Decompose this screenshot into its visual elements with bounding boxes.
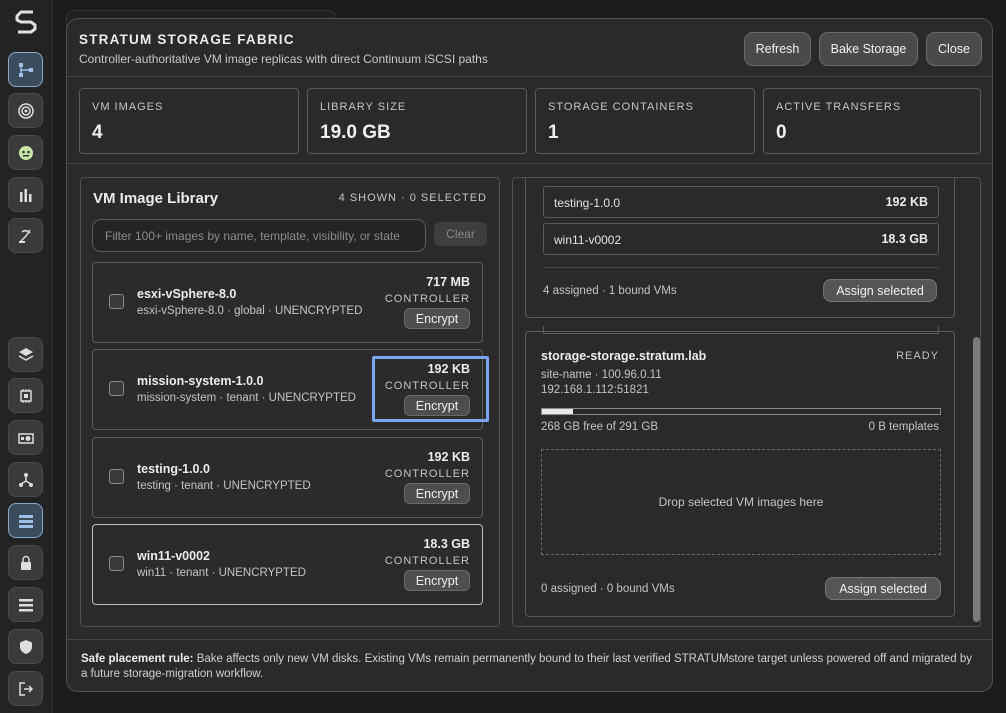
image-location: CONTROLLER [384, 293, 470, 305]
list-item[interactable]: esxi-vSphere-8.0 esxi-vSphere-8.0 · glob… [92, 262, 483, 343]
storage-targets-panel: testing-1.0.0 192 KB win11-v0002 18.3 GB… [512, 177, 981, 627]
placement-rule-note: Safe placement rule: Bake affects only n… [81, 652, 981, 682]
target-summary: 0 assigned · 0 bound VMs [541, 583, 675, 595]
image-filter-input[interactable] [92, 219, 426, 252]
select-checkbox[interactable] [109, 556, 124, 571]
image-meta: win11 · tenant · UNENCRYPTED [137, 567, 306, 579]
assigned-image-row: win11-v0002 18.3 GB [543, 223, 939, 255]
focus-highlight [372, 356, 489, 422]
topology-icon[interactable] [8, 52, 43, 87]
stat-label: STORAGE CONTAINERS [548, 101, 694, 113]
capacity-bar-fill [542, 409, 574, 414]
target-site: site-name · 100.96.0.11 [541, 369, 662, 381]
refresh-button[interactable]: Refresh [744, 32, 811, 66]
library-count: 4 SHOWN · 0 SELECTED [338, 192, 487, 204]
select-checkbox[interactable] [109, 381, 124, 396]
image-size: 18.3 GB [423, 537, 470, 551]
image-name: win11-v0002 [137, 549, 210, 563]
layers-icon[interactable] [8, 337, 43, 372]
logout-icon[interactable] [8, 671, 43, 706]
image-location: CONTROLLER [384, 555, 470, 567]
image-size: 717 MB [426, 275, 470, 289]
image-meta: mission-system · tenant · UNENCRYPTED [137, 392, 356, 404]
shield-icon[interactable] [8, 629, 43, 664]
assigned-image-name: testing-1.0.0 [554, 196, 621, 210]
chip-icon[interactable] [8, 378, 43, 413]
stat-storage-containers: STORAGE CONTAINERS 1 [535, 88, 755, 154]
stat-label: ACTIVE TRANSFERS [776, 101, 902, 113]
footer-divider [67, 639, 992, 640]
stat-label: LIBRARY SIZE [320, 101, 407, 113]
scrollbar[interactable] [970, 177, 981, 627]
select-checkbox[interactable] [109, 469, 124, 484]
scrollbar-thumb[interactable] [973, 337, 980, 622]
image-name: esxi-vSphere-8.0 [137, 287, 237, 301]
stat-value: 19.0 GB [320, 122, 391, 143]
encrypt-button[interactable]: Encrypt [404, 570, 470, 591]
templates-size: 0 B templates [868, 421, 939, 433]
gpu-icon[interactable] [8, 420, 43, 455]
divider [543, 267, 939, 268]
list-item[interactable]: testing-1.0.0 testing · tenant · UNENCRY… [92, 437, 483, 518]
nav-rail [0, 0, 53, 713]
library-title: VM Image Library [93, 190, 219, 207]
image-meta: testing · tenant · UNENCRYPTED [137, 480, 311, 492]
target-icon[interactable] [8, 93, 43, 128]
assign-selected-button[interactable]: Assign selected [823, 279, 937, 302]
rule-label: Safe placement rule: [81, 653, 194, 665]
bake-storage-button[interactable]: Bake Storage [819, 32, 918, 66]
rule-text: Bake affects only new VM disks. Existing… [81, 653, 973, 680]
list-item[interactable]: win11-v0002 win11 · tenant · UNENCRYPTED… [92, 524, 483, 605]
stat-label: VM IMAGES [92, 101, 164, 113]
status-badge: READY [896, 350, 939, 362]
assigned-image-name: win11-v0002 [554, 233, 622, 247]
stats-divider [67, 163, 992, 164]
assign-selected-button[interactable]: Assign selected [825, 577, 941, 600]
select-checkbox[interactable] [109, 294, 124, 309]
target-address: 192.168.1.112:51821 [541, 384, 649, 396]
storage-icon[interactable] [8, 503, 43, 538]
assigned-image-size: 18.3 GB [881, 232, 928, 246]
encrypt-button[interactable]: Encrypt [404, 308, 470, 329]
stat-vm-images: VM IMAGES 4 [79, 88, 299, 154]
image-name: mission-system-1.0.0 [137, 374, 264, 388]
image-location: CONTROLLER [384, 468, 470, 480]
clear-button[interactable]: Clear [434, 222, 487, 246]
target-summary: 4 assigned · 1 bound VMs [543, 285, 677, 297]
storage-fabric-modal: STRATUM STORAGE FABRIC Controller-author… [66, 18, 993, 692]
close-button[interactable]: Close [926, 32, 982, 66]
storage-target-card: testing-1.0.0 192 KB win11-v0002 18.3 GB… [525, 178, 955, 318]
stat-value: 1 [548, 122, 559, 143]
stratum-logo-icon [15, 10, 37, 34]
modal-subtitle: Controller-authoritative VM image replic… [79, 52, 488, 66]
stat-library-size: LIBRARY SIZE 19.0 GB [307, 88, 527, 154]
collapsed-row [543, 326, 939, 334]
robot-icon[interactable] [8, 135, 43, 170]
capacity-free: 268 GB free of 291 GB [541, 421, 658, 433]
list-icon[interactable] [8, 587, 43, 622]
stat-value: 0 [776, 122, 787, 143]
image-name: testing-1.0.0 [137, 462, 210, 476]
chart-icon[interactable] [8, 177, 43, 212]
header-divider [67, 76, 992, 77]
target-name: storage-storage.stratum.lab [541, 349, 707, 363]
assigned-image-size: 192 KB [885, 195, 928, 209]
network-icon[interactable] [8, 462, 43, 497]
storage-target-card: storage-storage.stratum.lab READY site-n… [525, 326, 955, 617]
lock-icon[interactable] [8, 545, 43, 580]
drop-zone[interactable]: Drop selected VM images here [541, 449, 941, 555]
assigned-image-row: testing-1.0.0 192 KB [543, 186, 939, 218]
stat-active-transfers: ACTIVE TRANSFERS 0 [763, 88, 981, 154]
image-size: 192 KB [427, 450, 470, 464]
capacity-bar [541, 408, 941, 415]
stat-value: 4 [92, 122, 103, 143]
modal-title: STRATUM STORAGE FABRIC [79, 32, 295, 47]
antenna-icon[interactable] [8, 218, 43, 253]
encrypt-button[interactable]: Encrypt [404, 483, 470, 504]
image-meta: esxi-vSphere-8.0 · global · UNENCRYPTED [137, 305, 363, 317]
